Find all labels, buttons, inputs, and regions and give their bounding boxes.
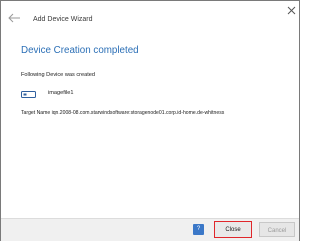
wizard-window: Add Device Wizard Device Creation comple… [0, 0, 300, 241]
close-button[interactable]: Close [214, 221, 252, 238]
cancel-button[interactable]: Cancel [259, 222, 295, 237]
title-bar: Add Device Wizard [1, 1, 299, 30]
page-heading: Device Creation completed [21, 45, 139, 56]
arrow-left-icon[interactable] [7, 13, 21, 23]
help-button[interactable]: ? [193, 224, 204, 235]
device-name: imagefile1 [48, 90, 74, 96]
subtitle-text: Following Device was created [21, 72, 95, 78]
close-icon[interactable] [287, 6, 296, 15]
device-row: imagefile1 [21, 89, 221, 99]
window-title: Add Device Wizard [33, 16, 93, 23]
target-name: Target Name iqn.2008-08.com.starwindsoft… [21, 110, 225, 116]
disk-device-icon [21, 91, 36, 98]
wizard-footer: ? Close Cancel [1, 218, 299, 241]
